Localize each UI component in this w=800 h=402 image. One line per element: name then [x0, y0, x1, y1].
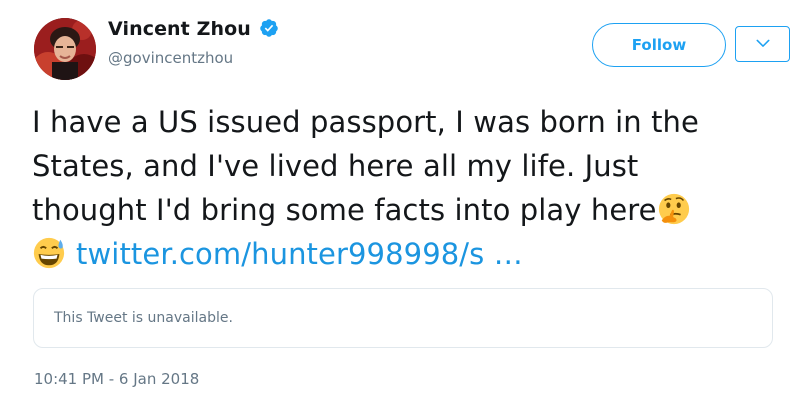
display-name[interactable]: Vincent Zhou: [108, 18, 251, 40]
more-options-button[interactable]: [735, 26, 790, 62]
tweet-text-line: I have a US issued passport, I was born …: [32, 105, 699, 139]
tweet-text: I have a US issued passport, I was born …: [32, 100, 792, 276]
thinking-face-emoji-icon: [657, 192, 691, 226]
tweet-card: Vincent Zhou @govincentzhou Follow I hav…: [0, 0, 800, 402]
verified-badge-icon: [259, 18, 279, 38]
tweet-link[interactable]: twitter.com/hunter998998/s …: [76, 237, 523, 271]
tweet-text-line: States, and I've lived here all my life.…: [32, 149, 639, 183]
tweet-text-segment: thought I'd bring some facts into play h…: [32, 193, 657, 227]
tweet-text-line: twitter.com/hunter998998/s …: [32, 232, 792, 276]
quoted-tweet-card[interactable]: This Tweet is unavailable.: [33, 288, 773, 348]
tweet-timestamp[interactable]: 10:41 PM - 6 Jan 2018: [34, 370, 199, 388]
follow-button[interactable]: Follow: [592, 23, 726, 67]
quoted-tweet-unavailable-text: This Tweet is unavailable.: [54, 310, 233, 326]
user-handle[interactable]: @govincentzhou: [108, 49, 279, 67]
grinning-face-with-sweat-emoji-icon: [32, 236, 66, 270]
tweet-text-line: thought I'd bring some facts into play h…: [32, 188, 792, 232]
author-info: Vincent Zhou @govincentzhou: [108, 18, 279, 67]
chevron-down-icon: [756, 35, 770, 53]
avatar[interactable]: [34, 18, 96, 80]
